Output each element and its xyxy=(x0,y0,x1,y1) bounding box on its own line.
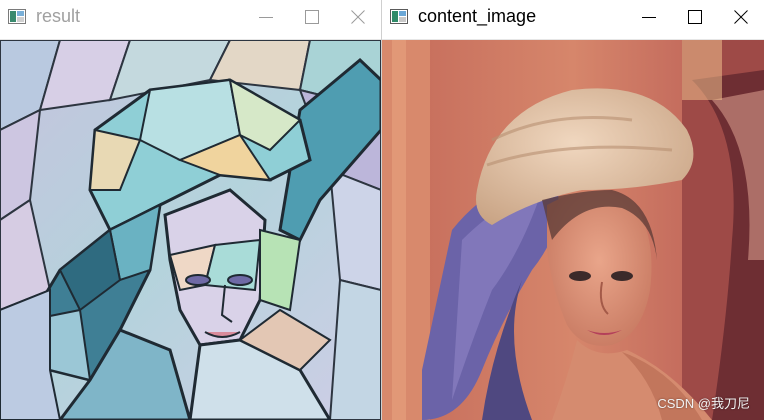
close-icon xyxy=(351,9,365,24)
window-title: content_image xyxy=(418,6,537,26)
close-icon xyxy=(734,9,748,24)
minimize-icon xyxy=(259,16,273,18)
desktop: result content_image CSDN @我刀尼 xyxy=(0,0,764,420)
maximize-icon xyxy=(688,9,702,24)
window-app-icon xyxy=(390,9,408,24)
minimize-icon xyxy=(642,16,656,18)
result-image-canvas xyxy=(0,40,381,420)
content-image-canvas: CSDN @我刀尼 xyxy=(382,40,764,420)
portrait-photo-image xyxy=(382,40,764,420)
content-image-window[interactable]: content_image CSDN @我刀尼 xyxy=(382,0,764,420)
window-controls xyxy=(243,0,381,33)
window-controls xyxy=(626,0,764,33)
result-titlebar[interactable]: result xyxy=(0,0,381,33)
minimize-button[interactable] xyxy=(626,0,672,33)
content-image-titlebar[interactable]: content_image xyxy=(382,0,764,33)
maximize-button[interactable] xyxy=(289,0,335,33)
close-button[interactable] xyxy=(718,0,764,33)
window-title: result xyxy=(36,6,81,26)
close-button[interactable] xyxy=(335,0,381,33)
stylized-portrait-image xyxy=(0,40,381,420)
maximize-button[interactable] xyxy=(672,0,718,33)
result-window[interactable]: result xyxy=(0,0,381,420)
maximize-icon xyxy=(305,9,319,24)
minimize-button[interactable] xyxy=(243,0,289,33)
watermark: CSDN @我刀尼 xyxy=(657,396,750,411)
window-app-icon xyxy=(8,9,26,24)
